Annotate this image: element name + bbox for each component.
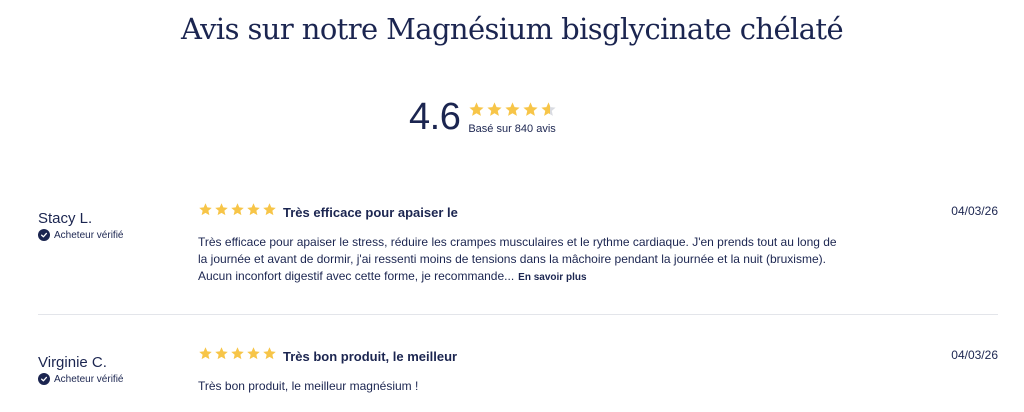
star-full-icon [487,102,502,116]
star-full-icon [199,347,212,360]
verified-label: Acheteur vérifié [54,229,124,241]
star-full-icon [263,203,276,216]
star-full-icon [523,102,538,116]
star-full-icon [231,347,244,360]
star-full-icon [231,203,244,216]
rating-summary-details: Basé sur 840 avis [468,100,557,135]
review-body: Très efficace pour apaiser le stress, ré… [198,234,838,286]
average-rating: 4.6 [409,96,461,138]
review-stars [198,202,277,217]
reviewer-name: Virginie C. [38,354,107,371]
review-stars [198,346,277,361]
page-title: Avis sur notre Magnésium bisglycinate ch… [180,12,844,46]
read-more-link[interactable]: En savoir plus [518,272,586,283]
star-full-icon [199,203,212,216]
review-divider [38,314,998,315]
star-full-icon [263,347,276,360]
star-full-icon [505,102,520,116]
check-circle-icon [38,373,50,385]
review-date: 04/03/26 [951,348,998,362]
star-full-icon [469,102,484,116]
star-full-icon [215,203,228,216]
review-date: 04/03/26 [951,204,998,218]
check-circle-icon [38,229,50,241]
verified-badge: Acheteur vérifié [38,229,123,241]
review-title: Très bon produit, le meilleur [283,349,458,364]
review-count: Basé sur 840 avis [468,122,556,135]
review-title: Très efficace pour apaiser le [283,205,458,220]
star-half-icon [541,102,556,116]
review-text: Très bon produit, le meilleur magnésium … [198,379,419,393]
verified-badge: Acheteur vérifié [38,373,123,385]
star-full-icon [247,203,260,216]
star-full-icon [215,347,228,360]
review-body: Très bon produit, le meilleur magnésium … [198,378,838,395]
star-full-icon [247,347,260,360]
reviewer-name: Stacy L. [38,210,93,227]
verified-label: Acheteur vérifié [54,373,124,385]
summary-stars [468,100,557,120]
rating-summary: 4.6 Basé sur 840 avis [409,98,557,136]
